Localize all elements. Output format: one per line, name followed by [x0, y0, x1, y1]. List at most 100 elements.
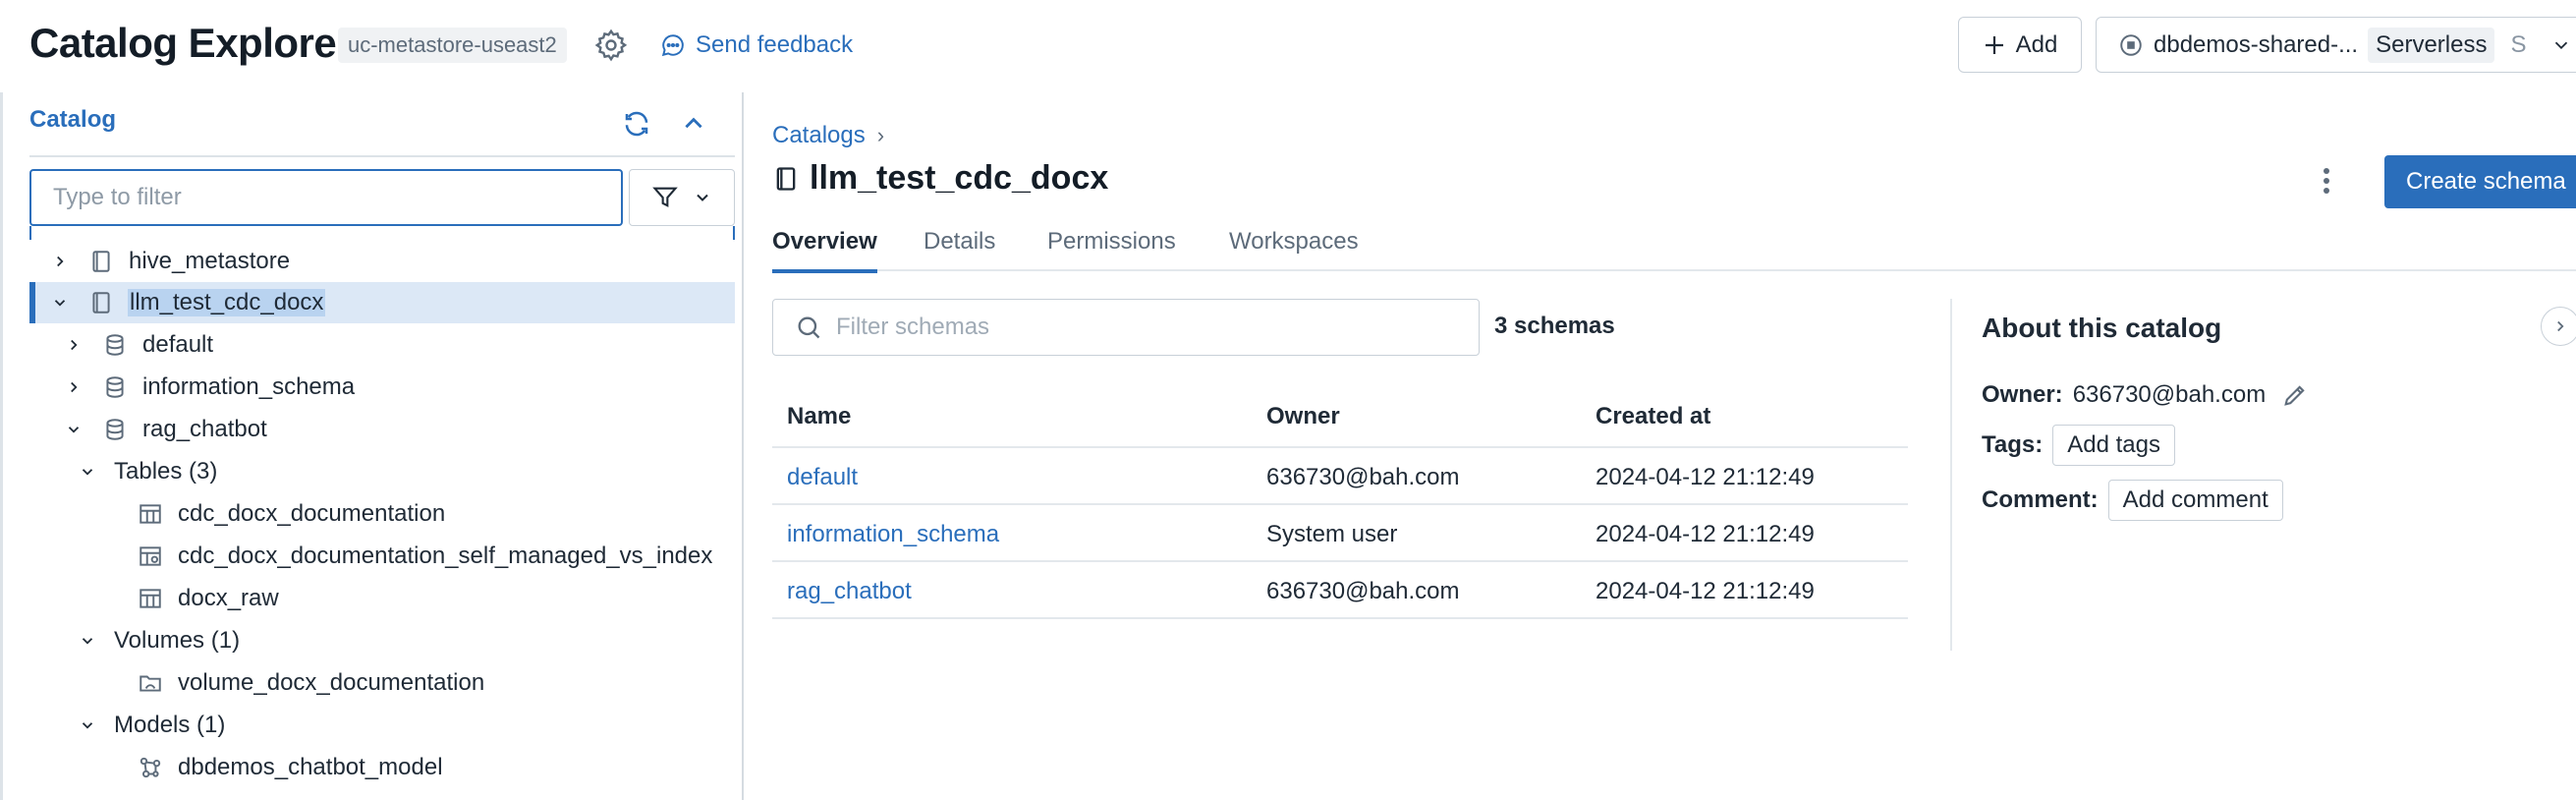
tree-item-volume[interactable]: volume_docx_documentation: [29, 662, 735, 704]
schema-count: 3 schemas: [1494, 313, 1615, 339]
create-schema-button[interactable]: Create schema: [2384, 155, 2576, 208]
table-row: rag_chatbot 636730@bah.com 2024-04-12 21…: [772, 562, 1908, 619]
schema-database-icon: [100, 330, 130, 360]
chevron-down-icon[interactable]: [49, 292, 71, 314]
tree-item-label: rag_chatbot: [142, 416, 267, 442]
tree-group-label: Volumes (1): [114, 627, 240, 655]
metastore-tag: uc-metastore-useast2: [338, 28, 567, 63]
tree-group-label: Tables (3): [114, 458, 217, 486]
compute-name: dbdemos-shared-...: [2154, 30, 2359, 58]
tab-bar: Overview Details Permissions Workspaces: [772, 224, 2576, 273]
about-tags-row: Tags: Add tags: [1982, 425, 2175, 466]
tab-workspaces[interactable]: Workspaces: [1229, 228, 1359, 271]
chevron-right-icon[interactable]: [49, 251, 71, 272]
divider: [1950, 299, 1952, 651]
chevron-down-icon[interactable]: [77, 461, 98, 483]
tree-item-label: cdc_docx_documentation_self_managed_vs_i…: [178, 543, 713, 569]
schema-owner: 636730@bah.com: [1266, 578, 1460, 604]
filter-dropdown-button[interactable]: [629, 169, 735, 226]
table-icon: [136, 499, 165, 529]
tree-group-models[interactable]: Models (1): [29, 705, 735, 746]
compute-selector[interactable]: dbdemos-shared-... Serverless S: [2096, 17, 2576, 73]
about-owner-row: Owner: 636730@bah.com: [1982, 381, 2309, 409]
schema-database-icon: [100, 415, 130, 444]
tree-item-default[interactable]: default: [29, 324, 735, 366]
tree-group-volumes[interactable]: Volumes (1): [29, 620, 735, 661]
divider: [29, 155, 735, 157]
chevron-down-icon: [2554, 41, 2567, 49]
tree-item-label: hive_metastore: [129, 248, 291, 274]
catalog-book-icon: [86, 288, 116, 317]
models-count: (1): [196, 712, 226, 738]
chevron-right-icon[interactable]: [63, 334, 84, 356]
chevron-right-icon: [2557, 320, 2564, 332]
breadcrumb-catalogs-link[interactable]: Catalogs: [772, 122, 866, 149]
send-feedback-link[interactable]: Send feedback: [660, 28, 853, 63]
send-feedback-label: Send feedback: [696, 31, 854, 58]
schema-created: 2024-04-12 21:12:49: [1596, 578, 1815, 604]
tab-permissions[interactable]: Permissions: [1047, 228, 1176, 271]
chevron-down-icon[interactable]: [77, 714, 98, 736]
models-label: Models: [114, 712, 191, 738]
schema-database-icon: [100, 372, 130, 402]
compute-suffix: S: [2510, 30, 2527, 58]
tree-item-label: cdc_docx_documentation: [178, 500, 446, 527]
collapse-panel-button[interactable]: [2541, 307, 2576, 346]
filter-focus-outline: [29, 226, 735, 240]
header-bar: Catalog Explorer uc-metastore-useast2 Se…: [0, 0, 2576, 92]
pencil-icon[interactable]: [2281, 381, 2309, 409]
tree-item-table[interactable]: cdc_docx_documentation_self_managed_vs_i…: [29, 536, 735, 577]
tree-item-label: default: [142, 331, 214, 358]
schema-link[interactable]: rag_chatbot: [787, 578, 912, 605]
tab-overview[interactable]: Overview: [772, 228, 877, 273]
tree-filter-input[interactable]: Type to filter: [29, 169, 623, 226]
compute-type-badge: Serverless: [2368, 27, 2495, 63]
stop-circle-icon: [2120, 33, 2142, 56]
tree-group-tables[interactable]: Tables (3): [29, 451, 735, 492]
column-header-name: Name: [787, 403, 852, 429]
tree-item-table[interactable]: docx_raw: [29, 578, 735, 619]
chevron-down-icon[interactable]: [77, 630, 98, 652]
more-options-icon[interactable]: [2309, 161, 2344, 200]
tree-item-llm-test-cdc-docx[interactable]: llm_test_cdc_docx: [29, 282, 735, 323]
comment-label: Comment:: [1982, 486, 2099, 513]
schema-owner: 636730@bah.com: [1266, 464, 1460, 490]
plus-icon: [1985, 35, 2003, 54]
search-icon: [798, 316, 820, 339]
catalog-sidebar: Catalog Type to filter hive_metastore ll…: [0, 92, 744, 800]
breadcrumb-separator: ›: [876, 123, 885, 147]
schema-link[interactable]: information_schema: [787, 521, 999, 548]
tree-item-label: dbdemos_chatbot_model: [178, 754, 443, 780]
chevron-down-icon[interactable]: [63, 419, 84, 440]
about-title: About this catalog: [1982, 313, 2222, 343]
gear-icon[interactable]: [593, 28, 629, 63]
schema-link[interactable]: default: [787, 464, 858, 491]
chevron-right-icon[interactable]: [63, 376, 84, 398]
add-button[interactable]: Add: [1958, 17, 2082, 73]
volumes-label: Volumes: [114, 627, 205, 654]
table-icon: [136, 584, 165, 613]
breadcrumb: Catalogs ›: [772, 122, 884, 149]
tab-details[interactable]: Details: [924, 228, 995, 271]
tree-item-label: information_schema: [142, 373, 356, 400]
table-header: Name Owner Created at: [772, 385, 1908, 448]
tree-item-hive-metastore[interactable]: hive_metastore: [29, 241, 735, 282]
table-row: default 636730@bah.com 2024-04-12 21:12:…: [772, 448, 1908, 505]
model-icon: [136, 753, 165, 782]
tree-item-table[interactable]: cdc_docx_documentation: [29, 493, 735, 535]
add-comment-button[interactable]: Add comment: [2107, 480, 2283, 521]
tree-item-rag-chatbot[interactable]: rag_chatbot: [29, 409, 735, 450]
chat-bubble-icon: [661, 34, 684, 57]
catalog-book-icon: [86, 247, 116, 276]
tree-item-model[interactable]: dbdemos_chatbot_model: [29, 747, 735, 788]
catalog-title: llm_test_cdc_docx: [772, 159, 1108, 198]
refresh-icon[interactable]: [617, 104, 656, 143]
collapse-chevron-icon[interactable]: [674, 104, 713, 143]
schema-filter-input[interactable]: Filter schemas: [772, 299, 1480, 356]
add-tags-button[interactable]: Add tags: [2052, 425, 2175, 466]
tree-item-information-schema[interactable]: information_schema: [29, 367, 735, 408]
about-comment-row: Comment: Add comment: [1982, 480, 2283, 521]
table-row: information_schema System user 2024-04-1…: [772, 505, 1908, 562]
volumes-count: (1): [210, 627, 241, 654]
schema-owner: System user: [1266, 521, 1398, 547]
